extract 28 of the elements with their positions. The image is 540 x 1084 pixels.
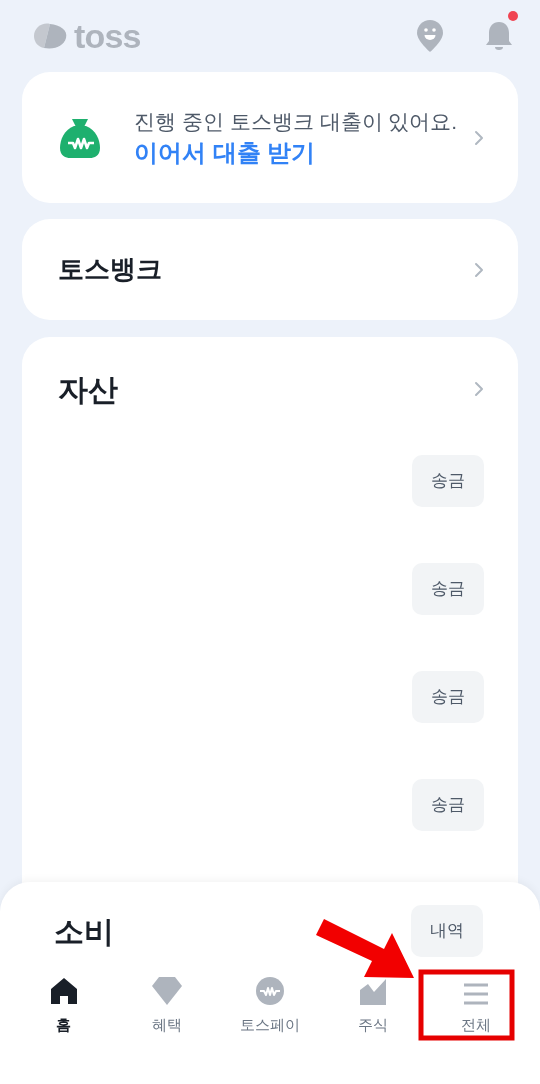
transfer-button[interactable]: 송금 [412, 779, 484, 831]
chevron-right-icon [474, 261, 484, 278]
nav-tab[interactable]: 홈 [48, 974, 79, 1037]
chevron-right-icon [474, 129, 484, 146]
smile-pin-icon[interactable] [416, 19, 444, 53]
section-title[interactable]: 소비 [54, 908, 411, 954]
loan-card[interactable]: 진행 중인 토스뱅크 대출이 있어요. 이어서 대출 받기 [22, 72, 518, 203]
diamond-icon [150, 976, 183, 1006]
nav-tab[interactable]: 주식 [358, 974, 389, 1037]
menu-icon [462, 982, 491, 1006]
transfer-button[interactable]: 송금 [412, 671, 484, 723]
nav-tab[interactable]: 전체 [461, 974, 492, 1037]
nav-tab[interactable]: 토스페이 [240, 974, 300, 1037]
card-title: 토스뱅크 [58, 253, 163, 286]
money-bag-icon [58, 116, 102, 159]
won-coin-icon [255, 976, 285, 1006]
home-icon [48, 976, 79, 1006]
history-button[interactable]: 내역 [411, 905, 483, 957]
transfer-button[interactable]: 송금 [412, 455, 484, 507]
chevron-right-icon [474, 381, 484, 397]
continue-loan-link[interactable]: 이어서 대출 받기 [134, 136, 474, 169]
bank-card[interactable]: 토스뱅크 [22, 219, 518, 320]
nav-tab[interactable]: 혜택 [150, 974, 183, 1037]
logo-text: toss [74, 19, 141, 53]
loan-notice-text: 진행 중인 토스뱅크 대출이 있어요. [134, 108, 459, 135]
transfer-button[interactable]: 송금 [412, 563, 484, 615]
section-title[interactable]: 자산 [58, 366, 474, 412]
bell-icon[interactable] [484, 19, 514, 53]
